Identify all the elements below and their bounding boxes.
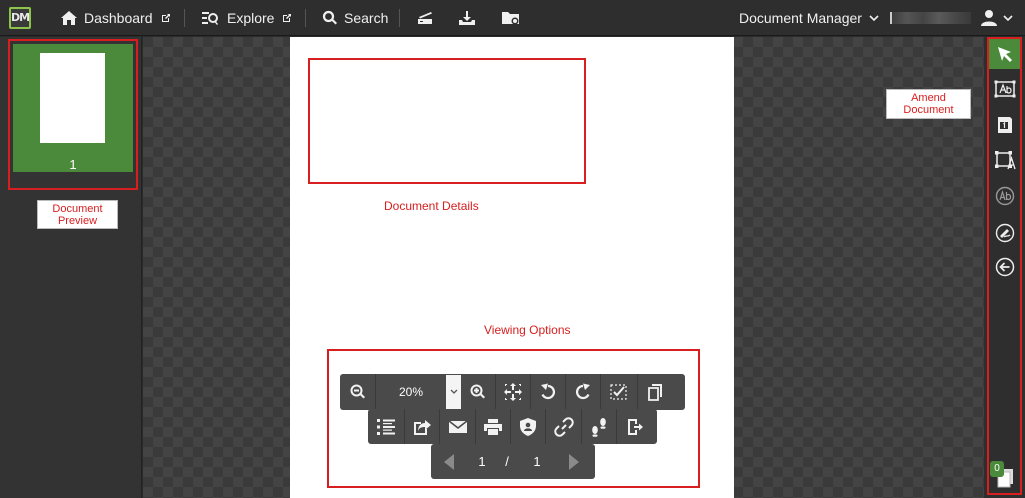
next-page-button[interactable] xyxy=(557,444,591,479)
external-link-icon xyxy=(283,14,292,22)
folder-settings-icon xyxy=(502,12,519,25)
nav-search-label: Search xyxy=(344,10,389,26)
home-icon xyxy=(61,11,77,25)
envelope-icon xyxy=(448,419,467,433)
total-pages: 1 xyxy=(533,454,541,469)
nav-explore[interactable]: Explore xyxy=(201,0,292,36)
page-separator: / xyxy=(505,454,509,469)
properties-button[interactable] xyxy=(368,409,405,444)
download-button[interactable] xyxy=(458,0,476,36)
zoom-level[interactable]: 20% xyxy=(376,385,446,399)
nav-explore-label: Explore xyxy=(227,10,275,26)
list-icon xyxy=(377,418,395,435)
actions-toolbar xyxy=(368,409,657,444)
rotate-right-icon xyxy=(575,383,590,400)
document-preview-highlight: 1 xyxy=(8,39,138,190)
amend-document-callout: Amend Document xyxy=(886,89,971,119)
share-export-icon xyxy=(414,419,431,435)
nav-search[interactable]: Search xyxy=(322,0,388,36)
amend-document-highlight xyxy=(987,37,1022,495)
thumbnail-page-image xyxy=(40,53,105,143)
chevron-down-icon xyxy=(450,389,457,394)
viewing-options-callout: Viewing Options xyxy=(484,323,571,337)
rotate-right-button[interactable] xyxy=(566,374,601,410)
zoom-in-icon xyxy=(470,384,485,399)
copy-pages-button[interactable] xyxy=(638,374,674,410)
page-navigator: 1 / 1 xyxy=(431,444,595,479)
exit-viewer-button[interactable] xyxy=(617,409,653,444)
document-details-highlight xyxy=(308,58,586,184)
zoom-out-button[interactable] xyxy=(340,374,376,410)
zoom-dropdown[interactable] xyxy=(446,375,461,409)
select-check-icon xyxy=(610,384,627,400)
document-manager-dropdown[interactable]: Document Manager xyxy=(739,0,879,36)
printer-icon xyxy=(484,418,502,435)
current-page[interactable]: 1 xyxy=(467,454,497,469)
user-icon xyxy=(981,10,997,26)
page-thumbnail[interactable]: 1 xyxy=(13,44,133,172)
fit-to-page-icon xyxy=(504,383,522,401)
top-bar: DM Dashboard Explore Search Document Man… xyxy=(0,0,1025,36)
select-area-button[interactable] xyxy=(601,374,638,410)
nav-dashboard[interactable]: Dashboard xyxy=(60,0,171,36)
exit-icon xyxy=(628,418,643,435)
export-button[interactable] xyxy=(405,409,440,444)
link-button[interactable] xyxy=(546,409,582,444)
divider xyxy=(399,9,400,27)
fit-page-button[interactable] xyxy=(496,374,531,410)
chevron-down-icon xyxy=(1003,14,1013,21)
explore-icon xyxy=(202,12,218,25)
app-logo[interactable]: DM xyxy=(9,7,31,29)
copy-pages-icon xyxy=(648,384,662,401)
user-name-redacted xyxy=(890,12,971,24)
previous-page-button[interactable] xyxy=(431,444,467,479)
arrow-right-icon xyxy=(569,453,579,470)
user-menu[interactable] xyxy=(980,0,1013,36)
rotate-left-button[interactable] xyxy=(531,374,566,410)
document-details-callout: Document Details xyxy=(384,199,479,213)
document-preview-callout: Document Preview xyxy=(37,200,118,229)
footsteps-icon xyxy=(592,417,606,437)
download-tray-icon xyxy=(459,11,475,25)
zoom-out-icon xyxy=(350,384,365,399)
add-folder-button[interactable] xyxy=(501,0,521,36)
scanner-icon xyxy=(418,12,432,24)
zoom-in-button[interactable] xyxy=(461,374,496,410)
divider xyxy=(184,9,185,27)
thumbnail-page-number: 1 xyxy=(69,157,77,172)
security-button[interactable] xyxy=(511,409,546,444)
document-manager-label: Document Manager xyxy=(739,10,862,26)
link-icon xyxy=(553,416,574,437)
shield-user-icon xyxy=(520,417,536,436)
external-link-icon xyxy=(161,14,170,22)
nav-dashboard-label: Dashboard xyxy=(84,10,153,26)
thumbnail-panel: 1 xyxy=(0,37,142,498)
rotate-left-icon xyxy=(541,383,556,400)
divider xyxy=(305,9,306,27)
workflow-steps-button[interactable] xyxy=(582,409,617,444)
zoom-toolbar: 20% xyxy=(340,374,685,410)
print-button[interactable] xyxy=(476,409,511,444)
scan-button[interactable] xyxy=(416,0,434,36)
arrow-left-icon xyxy=(444,453,454,470)
email-button[interactable] xyxy=(440,409,476,444)
chevron-down-icon xyxy=(869,14,879,21)
search-icon xyxy=(322,10,337,25)
